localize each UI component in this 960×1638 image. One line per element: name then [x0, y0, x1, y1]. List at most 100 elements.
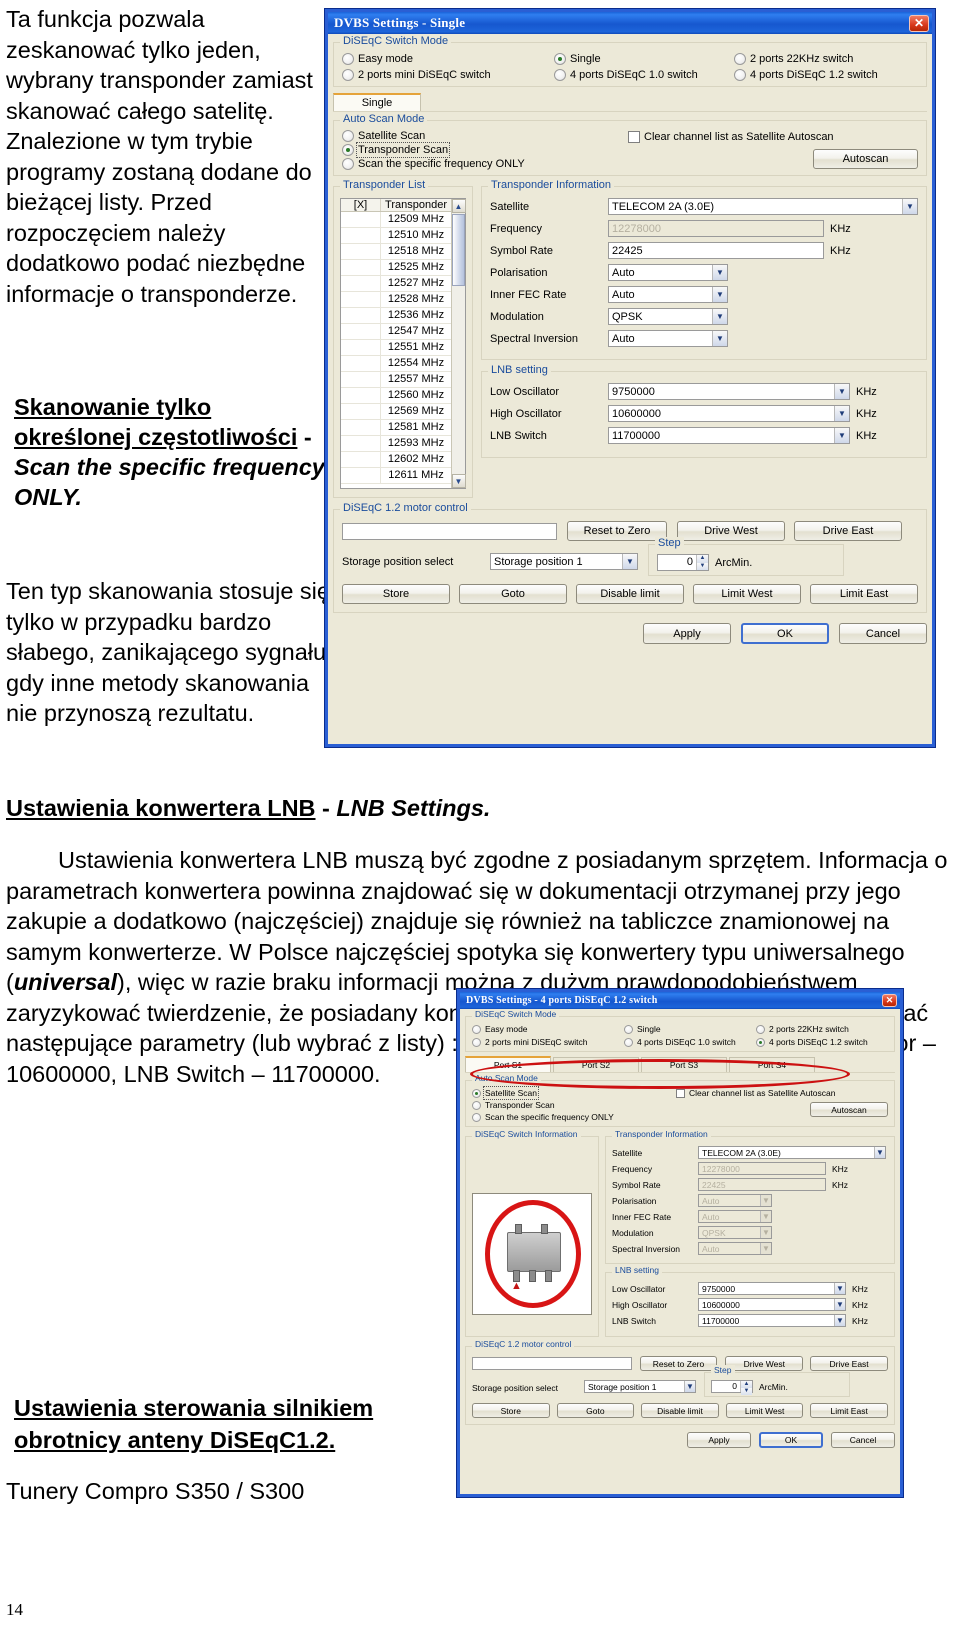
limit-west-button[interactable]: Limit West: [693, 584, 801, 604]
radio-satellite-scan[interactable]: Satellite Scan: [342, 130, 628, 142]
dialog2-titlebar[interactable]: DVBS Settings - 4 ports DiSEqC 1.2 switc…: [460, 992, 900, 1009]
radio-2-ports-22khz[interactable]: 2 ports 22KHz switch: [734, 53, 853, 65]
chevron-down-icon[interactable]: ▼: [834, 1283, 845, 1294]
table-row[interactable]: 12602 MHz: [341, 452, 451, 468]
motor-status-field[interactable]: [342, 522, 557, 540]
chevron-down-icon[interactable]: ▼: [760, 1211, 771, 1222]
scroll-up-icon[interactable]: ▲: [451, 199, 466, 213]
goto-button[interactable]: Goto: [459, 584, 567, 604]
row-check-cell[interactable]: [341, 388, 381, 403]
radio-4-ports-diseqc-12[interactable]: 4 ports DiSEqC 1.2 switch: [734, 69, 878, 81]
cancel-button[interactable]: Cancel: [839, 623, 927, 644]
chevron-down-icon[interactable]: ▼: [622, 554, 637, 569]
storage-position-select[interactable]: Storage position 1 ▼: [584, 1380, 696, 1393]
field-combo[interactable]: Auto ▼: [608, 286, 728, 303]
row-check-cell[interactable]: [341, 324, 381, 339]
row-check-cell[interactable]: [341, 260, 381, 275]
chevron-down-icon[interactable]: ▼: [712, 287, 727, 302]
port-tabstrip[interactable]: Port S1 Port S2 Port S3 Port S4: [465, 1056, 895, 1073]
radio-4-ports-diseqc-12[interactable]: 4 ports DiSEqC 1.2 switch: [756, 1037, 868, 1047]
field-combo[interactable]: 11700000 ▼: [698, 1314, 846, 1327]
drive-east-button[interactable]: Drive East: [794, 521, 902, 541]
motor-status-field[interactable]: [472, 1357, 632, 1370]
transponder-list-box[interactable]: [X] Transponder 12509 MHz 12510 MHz 12518 …: [340, 198, 466, 489]
storage-position-select[interactable]: Storage position 1 ▼: [490, 553, 638, 570]
radio-4-ports-diseqc-10[interactable]: 4 ports DiSEqC 1.0 switch: [554, 69, 734, 81]
row-check-cell[interactable]: [341, 228, 381, 243]
chevron-down-icon[interactable]: ▼: [712, 265, 727, 280]
row-check-cell[interactable]: [341, 308, 381, 323]
row-check-cell[interactable]: [341, 468, 381, 483]
table-row[interactable]: 12569 MHz: [341, 404, 451, 420]
radio-single[interactable]: Single: [554, 53, 734, 65]
reset-to-zero-button[interactable]: Reset to Zero: [567, 521, 667, 541]
row-check-cell[interactable]: [341, 436, 381, 451]
limit-west-button[interactable]: Limit West: [725, 1403, 804, 1418]
table-row[interactable]: 12560 MHz: [341, 388, 451, 404]
table-row[interactable]: 12510 MHz: [341, 228, 451, 244]
table-row[interactable]: 12518 MHz: [341, 244, 451, 260]
radio-transponder-scan[interactable]: Transponder Scan: [472, 1100, 676, 1110]
radio-easy-mode[interactable]: Easy mode: [342, 53, 554, 65]
store-button[interactable]: Store: [342, 584, 450, 604]
field-combo[interactable]: 9750000 ▼: [698, 1282, 846, 1295]
chevron-down-icon[interactable]: ▼: [834, 428, 849, 443]
drive-west-button[interactable]: Drive West: [725, 1356, 804, 1371]
table-row[interactable]: 12611 MHz: [341, 468, 451, 484]
reset-to-zero-button[interactable]: Reset to Zero: [639, 1356, 718, 1371]
chevron-down-icon[interactable]: ▼: [684, 1381, 695, 1392]
row-check-cell[interactable]: [341, 372, 381, 387]
dvbs-settings-single-dialog[interactable]: DVBS Settings - Single ✕ DiSEqC Switch M…: [324, 8, 936, 748]
stepper-arrows[interactable]: ▲ ▼: [740, 1381, 752, 1395]
table-row[interactable]: 12536 MHz: [341, 308, 451, 324]
row-check-cell[interactable]: [341, 452, 381, 467]
radio-single[interactable]: Single: [624, 1024, 756, 1034]
field-combo[interactable]: Auto ▼: [608, 264, 728, 281]
field-combo[interactable]: 10600000 ▼: [608, 405, 850, 422]
disable-limit-button[interactable]: Disable limit: [576, 584, 684, 604]
field-combo[interactable]: 11700000 ▼: [608, 427, 850, 444]
dialog1-titlebar[interactable]: DVBS Settings - Single ✕: [328, 12, 932, 34]
checkbox-clear-channel-list[interactable]: Clear channel list as Satellite Autoscan: [676, 1088, 888, 1098]
radio-scan-specific-frequency[interactable]: Scan the specific frequency ONLY: [342, 158, 628, 170]
radio-transponder-scan[interactable]: Transponder Scan: [342, 142, 628, 158]
chevron-down-icon[interactable]: ▼: [834, 1299, 845, 1310]
table-row[interactable]: 12509 MHz: [341, 212, 451, 228]
stepper-down-icon[interactable]: ▼: [697, 562, 708, 570]
radio-2-ports-mini-diseqc[interactable]: 2 ports mini DiSEqC switch: [342, 69, 554, 81]
apply-button[interactable]: Apply: [643, 623, 731, 644]
field-combo[interactable]: 10600000 ▼: [698, 1298, 846, 1311]
store-button[interactable]: Store: [472, 1403, 550, 1418]
row-check-cell[interactable]: [341, 292, 381, 307]
field-combo[interactable]: QPSK ▼: [698, 1226, 772, 1239]
drive-east-button[interactable]: Drive East: [810, 1356, 888, 1371]
row-check-cell[interactable]: [341, 340, 381, 355]
field-value[interactable]: 12278000: [698, 1162, 826, 1175]
ok-button[interactable]: OK: [759, 1432, 823, 1448]
stepper-arrows[interactable]: ▲ ▼: [696, 555, 708, 570]
table-row[interactable]: 12525 MHz: [341, 260, 451, 276]
apply-button[interactable]: Apply: [687, 1432, 751, 1448]
table-row[interactable]: 12593 MHz: [341, 436, 451, 452]
stepper-up-icon[interactable]: ▲: [697, 555, 708, 563]
tab-port-s2[interactable]: Port S2: [553, 1057, 639, 1072]
port-tabstrip[interactable]: Single: [333, 93, 927, 112]
checkbox-clear-channel-list[interactable]: Clear channel list as Satellite Autoscan: [628, 131, 918, 143]
tab-single[interactable]: Single: [333, 93, 421, 111]
field-combo[interactable]: 9750000 ▼: [608, 383, 850, 400]
table-row[interactable]: 12554 MHz: [341, 356, 451, 372]
table-row[interactable]: 12557 MHz: [341, 372, 451, 388]
field-value[interactable]: 22425: [608, 242, 824, 259]
autoscan-button[interactable]: Autoscan: [810, 1102, 888, 1117]
row-check-cell[interactable]: [341, 404, 381, 419]
chevron-down-icon[interactable]: ▼: [834, 384, 849, 399]
field-value[interactable]: 22425: [698, 1178, 826, 1191]
stepper-up-icon[interactable]: ▲: [741, 1381, 752, 1388]
table-row[interactable]: 12581 MHz: [341, 420, 451, 436]
close-icon[interactable]: ✕: [882, 994, 897, 1007]
row-check-cell[interactable]: [341, 212, 381, 227]
chevron-down-icon[interactable]: ▼: [760, 1195, 771, 1206]
tab-port-s4[interactable]: Port S4: [729, 1057, 815, 1072]
table-row[interactable]: 12527 MHz: [341, 276, 451, 292]
field-value[interactable]: 12278000: [608, 220, 824, 237]
